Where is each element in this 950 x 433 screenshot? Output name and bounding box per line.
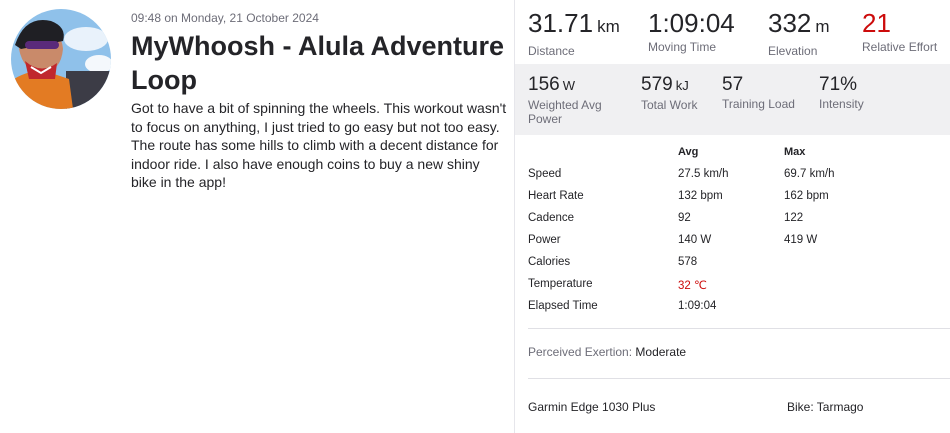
stat-total-work-unit: kJ (675, 78, 689, 93)
stat-relative-effort[interactable]: 21 Relative Effort (862, 7, 937, 54)
primary-stats: 31.71 km Distance 1:09:04 Moving Time 332… (515, 0, 950, 64)
row-avg: 27.5 km/h (678, 168, 729, 180)
stat-training-load-value: 57 (722, 74, 744, 95)
perceived-exertion-value: Moderate (635, 345, 687, 359)
device-name: Garmin Edge 1030 Plus (528, 400, 656, 414)
row-label: Calories (528, 256, 571, 268)
column-header-max: Max (784, 146, 806, 158)
table-row: Power 140 W 419 W (528, 234, 948, 256)
stat-weighted-avg-power-value: 156 (528, 74, 560, 95)
activity-description: Got to have a bit of spinning the wheels… (131, 100, 507, 190)
table-row: Elapsed Time 1:09:04 (528, 300, 948, 322)
stat-intensity[interactable]: 71% Intensity (819, 74, 864, 111)
activity-summary-panel: 09:48 on Monday, 21 October 2024 MyWhoos… (0, 0, 514, 433)
stat-total-work-value: 579 (641, 74, 673, 95)
stat-moving-time-value: 1:09:04 (648, 8, 735, 38)
stat-training-load[interactable]: 57 Training Load (722, 74, 795, 111)
activity-title[interactable]: MyWhoosh - Alula Adventure Loop (131, 29, 506, 97)
stat-weighted-avg-power-unit: W (562, 78, 575, 93)
row-avg: 32 ℃ (678, 280, 707, 292)
row-max: 419 W (784, 234, 818, 246)
bike-name[interactable]: Bike: Tarmago (787, 400, 863, 414)
stat-distance-label: Distance (528, 44, 575, 58)
row-avg: 578 (678, 256, 698, 268)
table-row: Speed 27.5 km/h 69.7 km/h (528, 168, 948, 190)
activity-stats-panel: 31.71 km Distance 1:09:04 Moving Time 332… (515, 0, 950, 433)
stat-moving-time: 1:09:04 Moving Time (648, 7, 735, 54)
stat-elevation-unit: m (815, 17, 830, 36)
stat-distance-unit: km (597, 17, 620, 36)
perceived-exertion: Perceived Exertion: Moderate (528, 345, 686, 359)
row-max: 162 bpm (784, 190, 829, 202)
stat-intensity-value: 71% (819, 74, 858, 95)
stat-total-work-label: Total Work (641, 98, 698, 112)
stat-distance-value: 31.71 (528, 8, 594, 38)
stat-weighted-avg-power-label: Weighted Avg Power (528, 98, 602, 126)
row-label: Elapsed Time (528, 300, 598, 312)
row-max: 69.7 km/h (784, 168, 835, 180)
secondary-stats: 156 W Weighted Avg Power 579 kJ Total Work… (515, 64, 950, 135)
row-avg: 140 W (678, 234, 712, 246)
table-row: Temperature 32 ℃ (528, 278, 948, 300)
table-row: Cadence 92 122 (528, 212, 948, 234)
row-label: Power (528, 234, 561, 246)
row-avg: 1:09:04 (678, 300, 717, 312)
athlete-avatar[interactable] (11, 9, 111, 109)
row-avg: 92 (678, 212, 691, 224)
row-max: 122 (784, 212, 804, 224)
stat-relative-effort-value: 21 (862, 8, 891, 38)
stat-training-load-label: Training Load (722, 97, 795, 111)
section-divider (528, 328, 950, 329)
row-label: Temperature (528, 278, 593, 290)
stat-weighted-avg-power: 156 W Weighted Avg Power (528, 74, 628, 126)
table-row: Heart Rate 132 bpm 162 bpm (528, 190, 948, 212)
stat-moving-time-label: Moving Time (648, 40, 717, 54)
row-avg: 132 bpm (678, 190, 723, 202)
row-label: Cadence (528, 212, 575, 224)
perceived-exertion-label: Perceived Exertion: (528, 345, 633, 359)
avatar-photo (11, 9, 111, 109)
section-divider (528, 378, 950, 379)
stat-elevation: 332 m Elevation (768, 7, 830, 58)
column-header-avg: Avg (678, 146, 699, 158)
activity-timestamp: 09:48 on Monday, 21 October 2024 (131, 11, 319, 25)
row-label: Speed (528, 168, 562, 180)
stat-intensity-label: Intensity (819, 97, 864, 111)
table-row: Calories 578 (528, 256, 948, 278)
row-label: Heart Rate (528, 190, 584, 202)
stat-elevation-label: Elevation (768, 44, 818, 58)
stat-relative-effort-label: Relative Effort (862, 40, 938, 54)
stat-distance: 31.71 km Distance (528, 7, 620, 58)
stat-total-work: 579 kJ Total Work (641, 74, 697, 112)
stat-elevation-value: 332 (768, 8, 812, 38)
